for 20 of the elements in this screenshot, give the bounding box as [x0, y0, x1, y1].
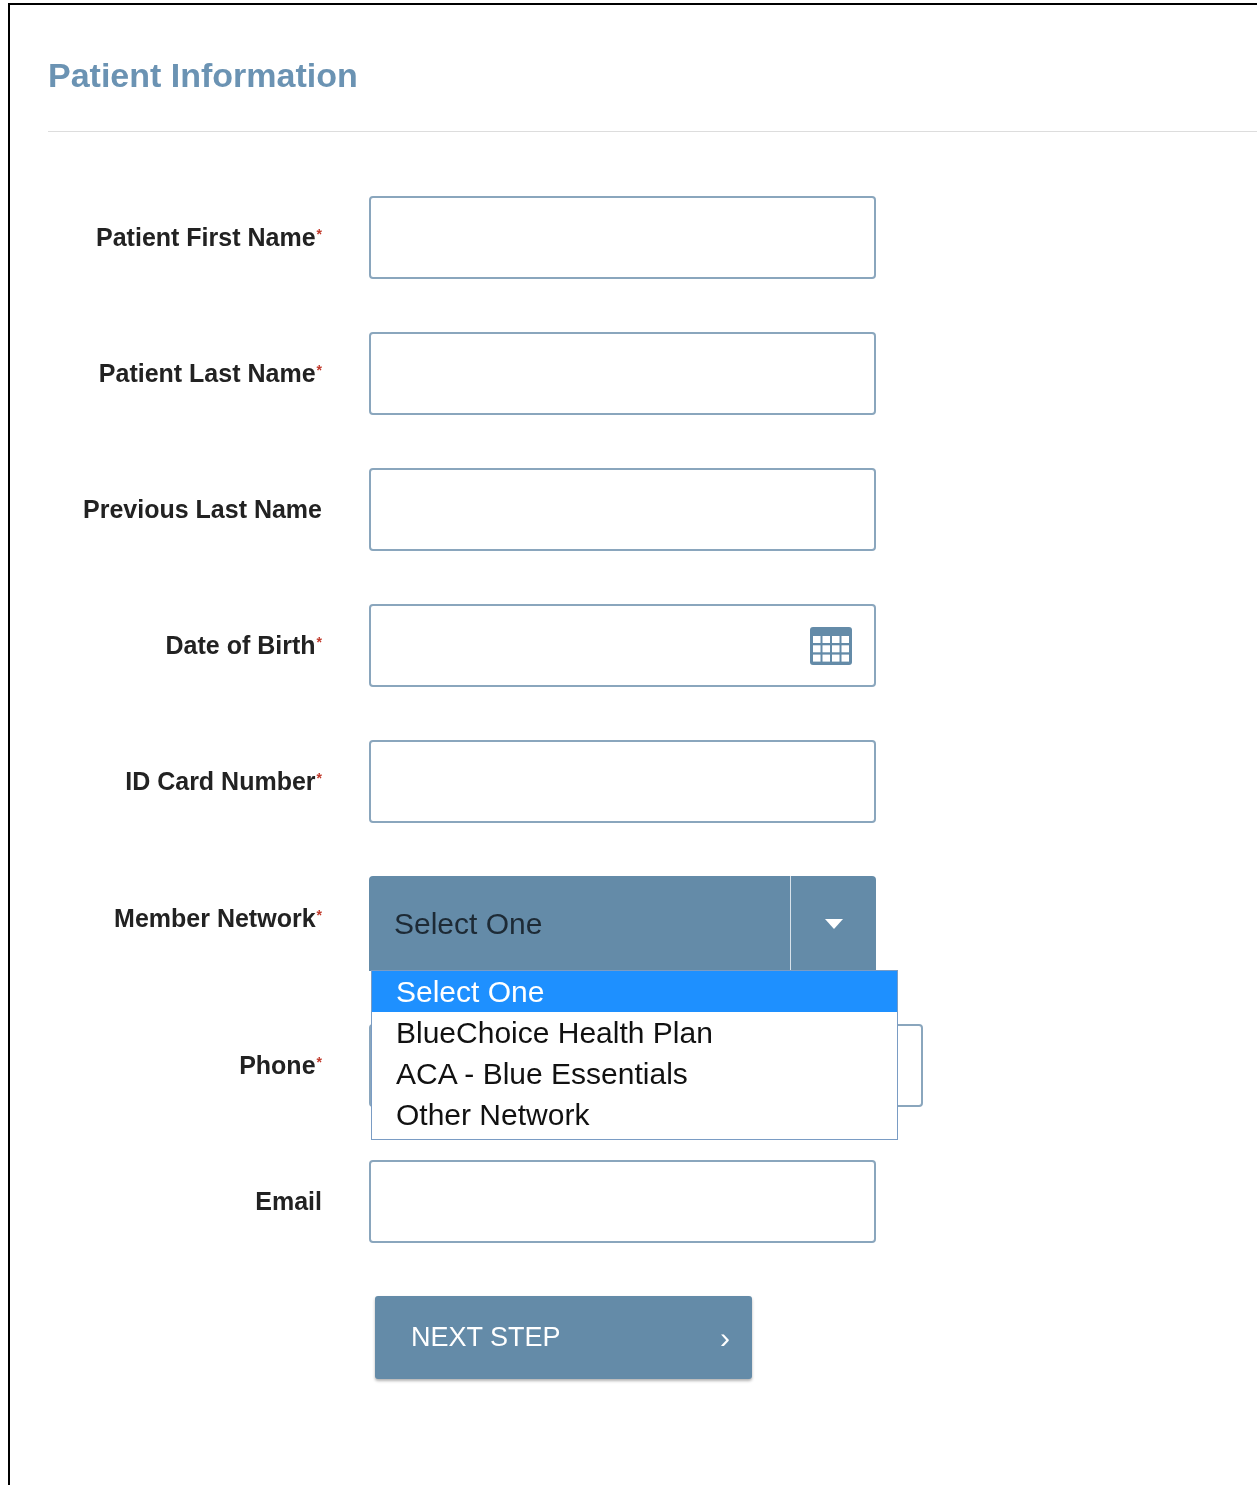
chevron-icon: ›	[720, 1315, 730, 1360]
next-step-button[interactable]: NEXT STEP ›	[375, 1296, 752, 1379]
field-label: Patient First Name$^{*}$	[96, 221, 322, 253]
field-label: ID Card Number$^{*}$	[125, 765, 322, 797]
field-label: Email	[255, 1185, 322, 1217]
input-field[interactable]	[369, 196, 876, 279]
member-network-select[interactable]: Select One	[369, 876, 876, 971]
date-field[interactable]	[369, 604, 876, 687]
field-label: Previous Last Name	[83, 493, 322, 525]
field-label: Patient Last Name$^{*}$	[98, 357, 322, 389]
input-field[interactable]	[369, 468, 876, 551]
caret-icon	[824, 918, 843, 929]
input-field[interactable]	[369, 332, 876, 415]
section-title: Patient Information	[48, 55, 359, 96]
field-label: Date of Birth$^{*}$	[165, 629, 322, 661]
input-field[interactable]	[369, 1160, 876, 1243]
calendar-icon[interactable]	[810, 626, 852, 665]
input-field[interactable]	[369, 740, 876, 823]
field-label: Member Network$^{*}$	[114, 903, 322, 935]
field-label: Phone$^{*}$	[239, 1049, 322, 1081]
